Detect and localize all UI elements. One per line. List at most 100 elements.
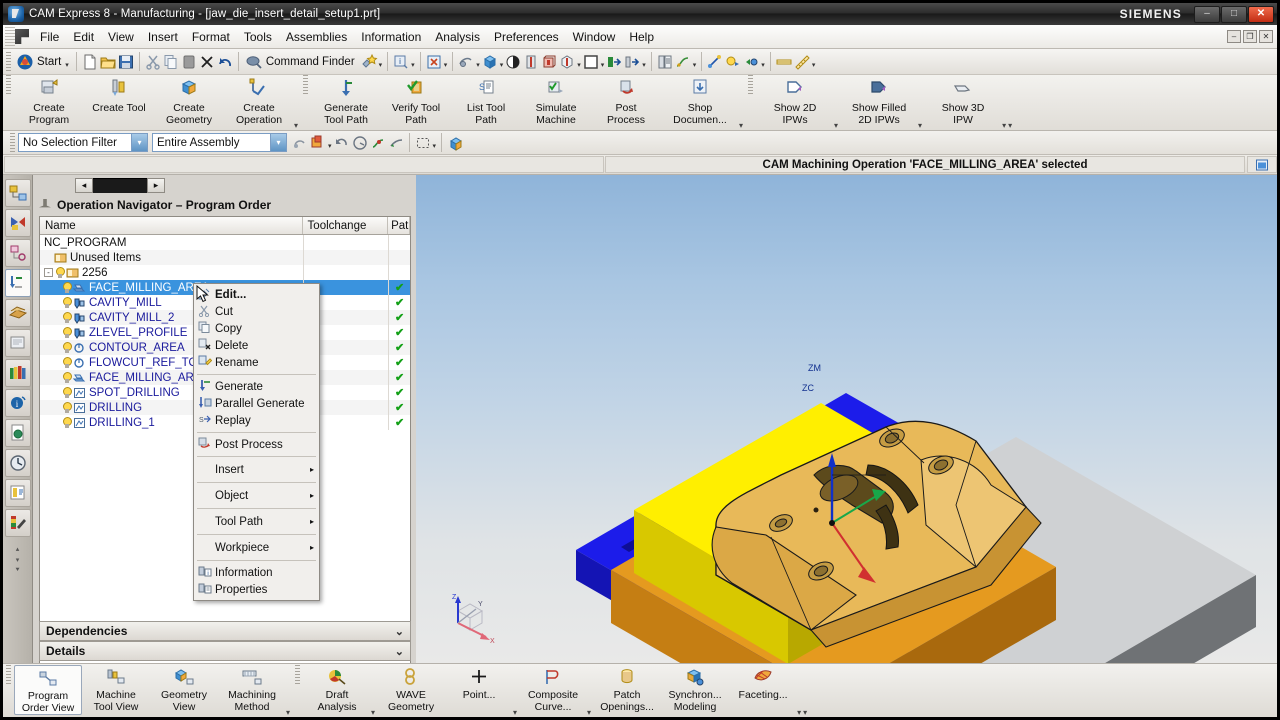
composite-curve-button[interactable]: Composite Curve... bbox=[519, 665, 587, 715]
clip-section-icon[interactable] bbox=[522, 53, 540, 71]
resource-bar-item-roles[interactable] bbox=[4, 509, 31, 537]
context-menu-item-copy[interactable]: Copy bbox=[194, 320, 319, 337]
menu-item-tools[interactable]: Tools bbox=[237, 27, 279, 47]
create-program-button[interactable]: Create Program bbox=[14, 75, 84, 129]
show-2d-ipws-dropdown-icon[interactable]: ▾ bbox=[834, 121, 838, 130]
geometry-view-button[interactable]: Geometry View bbox=[150, 665, 218, 715]
static-wireframe-caret-icon[interactable]: ▾ bbox=[577, 61, 581, 69]
customize-icon[interactable] bbox=[360, 53, 378, 71]
quick-pick-icon[interactable] bbox=[351, 134, 369, 152]
show-3d-ipw-button[interactable]: Show 3D IPW bbox=[924, 75, 1002, 129]
navigator-scroll-right-button[interactable]: ▸ bbox=[147, 177, 165, 193]
fit-view-icon[interactable] bbox=[457, 53, 475, 71]
chevron-down-icon[interactable]: ⌄ bbox=[395, 625, 404, 638]
verify-tool-path-button[interactable]: Verify Tool Path bbox=[381, 75, 451, 129]
export-excel-caret-icon[interactable]: ▾ bbox=[444, 61, 448, 69]
menu-item-edit[interactable]: Edit bbox=[66, 27, 101, 47]
open-folder-icon[interactable] bbox=[99, 53, 117, 71]
context-menu-item-rename[interactable]: Rename bbox=[194, 354, 319, 371]
maximize-button[interactable]: □ bbox=[1221, 5, 1247, 23]
resource-bar-item-part-navigator[interactable] bbox=[4, 239, 31, 267]
create-tool-button[interactable]: Create Tool bbox=[84, 75, 154, 129]
menu-item-insert[interactable]: Insert bbox=[141, 27, 185, 47]
show-3d-ipw-dropdown-icon[interactable]: ▾ bbox=[1002, 121, 1006, 130]
shaded-box-icon[interactable] bbox=[481, 53, 499, 71]
context-menu-item-insert[interactable]: Insert ▸ bbox=[194, 460, 319, 479]
context-menu-item-generate[interactable]: Generate bbox=[194, 378, 319, 395]
menu-item-analysis[interactable]: Analysis bbox=[428, 27, 487, 47]
resource-scroll-up-icon[interactable]: ▴ bbox=[16, 545, 20, 553]
shaded-box-caret-icon[interactable]: ▾ bbox=[500, 61, 504, 69]
resource-bar-item-history[interactable] bbox=[4, 449, 31, 477]
show-2d-ipws-button[interactable]: Show 2D IPWs bbox=[756, 75, 834, 129]
table-row[interactable]: - 2256 bbox=[40, 265, 410, 280]
context-menu-item-properties[interactable]: Properties bbox=[194, 581, 319, 598]
navigator-tab-track[interactable] bbox=[93, 177, 147, 193]
dimension-icon[interactable] bbox=[775, 53, 793, 71]
document-minimize-button[interactable]: – bbox=[1227, 30, 1241, 43]
menu-item-file[interactable]: File bbox=[33, 27, 66, 47]
faceting-dropdown-icon[interactable]: ▾ bbox=[797, 708, 801, 717]
selection-filter-dropdown[interactable]: No Selection Filter ▾ bbox=[18, 133, 148, 152]
create-geometry-button[interactable]: Create Geometry bbox=[154, 75, 224, 129]
menu-item-format[interactable]: Format bbox=[185, 27, 237, 47]
menu-item-window[interactable]: Window bbox=[566, 27, 623, 47]
create-operation-dropdown-icon[interactable]: ▾ bbox=[294, 121, 298, 130]
curve-icon[interactable] bbox=[674, 53, 692, 71]
context-menu-item-edit[interactable]: Edit... bbox=[194, 286, 319, 303]
resource-bar-item-system-materials[interactable] bbox=[4, 359, 31, 387]
show-filled-2d-ipws-button[interactable]: Show Filled 2D IPWs bbox=[840, 75, 918, 129]
rectangle-select-caret-icon[interactable]: ▾ bbox=[433, 142, 437, 150]
wireframe-box-icon[interactable] bbox=[540, 53, 558, 71]
snap-point-icon[interactable] bbox=[291, 134, 309, 152]
table-row[interactable]: Unused Items bbox=[40, 250, 410, 265]
resource-bar-item-reuse-library[interactable] bbox=[4, 299, 31, 327]
paste-icon[interactable] bbox=[180, 53, 198, 71]
column-header-path[interactable]: Pat bbox=[388, 217, 410, 234]
dependencies-section[interactable]: Dependencies ⌄ bbox=[39, 621, 411, 641]
selection-filter-arrow-icon[interactable]: ▾ bbox=[131, 134, 147, 151]
toolbar-grip-analysis[interactable] bbox=[295, 665, 301, 685]
resource-bar-item-assembly-navigator[interactable] bbox=[4, 179, 31, 207]
close-button[interactable]: ✕ bbox=[1248, 5, 1274, 23]
shop-documentation-dropdown-icon[interactable]: ▾ bbox=[739, 121, 743, 130]
patch-openings-button[interactable]: Patch Openings... bbox=[593, 665, 661, 715]
resource-bar-item-web-browser[interactable] bbox=[4, 419, 31, 447]
column-header-toolchange[interactable]: Toolchange bbox=[303, 217, 389, 234]
pin-icon[interactable] bbox=[39, 199, 51, 208]
resource-scroll-end-icon[interactable]: ⯆ bbox=[15, 567, 21, 575]
context-menu-item-post-process[interactable]: Post Process bbox=[194, 436, 319, 453]
start-button[interactable]: Start ▾ bbox=[14, 51, 72, 73]
view-toolbar-overflow-icon[interactable]: ▾ bbox=[803, 708, 807, 717]
navigator-scroll-left-button[interactable]: ◂ bbox=[75, 177, 93, 193]
export-excel-icon[interactable] bbox=[425, 53, 443, 71]
machining-method-dropdown-icon[interactable]: ▾ bbox=[286, 708, 290, 717]
chevron-down-icon[interactable]: ⌄ bbox=[395, 645, 404, 658]
delete-x-icon[interactable] bbox=[198, 53, 216, 71]
post-process-button[interactable]: Post Process bbox=[591, 75, 661, 129]
toolbar-grip-selection[interactable] bbox=[10, 132, 15, 153]
undo-select-icon[interactable] bbox=[333, 134, 351, 152]
resource-bar-item-constraint-navigator[interactable] bbox=[4, 209, 31, 237]
machine-tool-view-button[interactable]: Machine Tool View bbox=[82, 665, 150, 715]
info-tag-icon[interactable]: i bbox=[392, 53, 410, 71]
assembly-nav-icon[interactable] bbox=[656, 53, 674, 71]
info-tag-caret-icon[interactable]: ▾ bbox=[411, 61, 415, 69]
analysis-icon[interactable] bbox=[724, 53, 742, 71]
undo-icon[interactable] bbox=[216, 53, 234, 71]
fit-view-caret-icon[interactable]: ▾ bbox=[476, 61, 480, 69]
toolbar-grip-operation[interactable] bbox=[303, 75, 309, 95]
context-menu-item-information[interactable]: i Information bbox=[194, 564, 319, 581]
menu-item-assemblies[interactable]: Assemblies bbox=[279, 27, 354, 47]
move-object-icon[interactable] bbox=[605, 53, 623, 71]
wave-geometry-button[interactable]: WAVE Geometry bbox=[377, 665, 445, 715]
faceting-button[interactable]: Faceting... bbox=[729, 665, 797, 715]
cut-scissors-icon[interactable] bbox=[144, 53, 162, 71]
expander-icon[interactable]: - bbox=[44, 268, 53, 277]
resource-bar-item-internet-explorer[interactable]: i bbox=[4, 389, 31, 417]
synchronous-modeling-button[interactable]: Synchron... Modeling bbox=[661, 665, 729, 715]
context-menu-item-delete[interactable]: Delete bbox=[194, 337, 319, 354]
command-finder-button[interactable]: Command Finder bbox=[243, 51, 360, 73]
resource-bar-item-process-studio[interactable] bbox=[4, 479, 31, 507]
context-menu-item-cut[interactable]: Cut bbox=[194, 303, 319, 320]
